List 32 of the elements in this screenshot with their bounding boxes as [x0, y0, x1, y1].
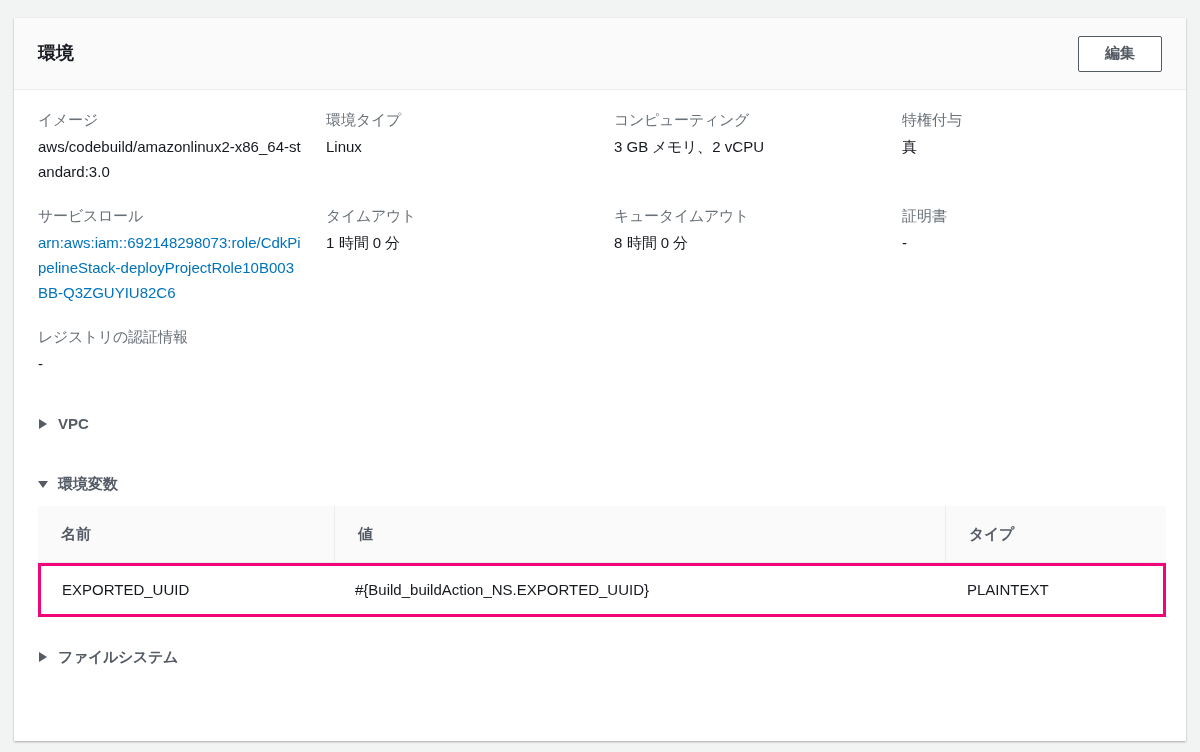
column-header: タイプ — [968, 523, 1016, 544]
caret-icon — [38, 652, 48, 662]
field-value: 1 時間 0 分 — [326, 233, 402, 253]
caret-icon — [38, 479, 48, 489]
table-cell: PLAINTEXT — [967, 581, 1049, 598]
field-value: Linux — [326, 137, 363, 157]
field-value: 3 GB メモリ、2 vCPU — [614, 137, 766, 157]
field-value: 8 時間 0 分 — [614, 233, 690, 253]
field-label: タイムアウト — [326, 206, 417, 226]
column-header: 値 — [356, 523, 374, 544]
field-value: aws/codebuild/amazonlinux2-x86_64-standard:3.0 — [38, 137, 302, 182]
section-toggle[interactable]: 環境変数 — [38, 464, 1162, 504]
panel-title: 環境 — [38, 42, 74, 65]
field-label: キュータイムアウト — [614, 206, 750, 226]
field-label: 証明書 — [902, 206, 948, 226]
edit-button[interactable]: 編集 — [1078, 35, 1162, 72]
field-label: コンピューティング — [614, 110, 750, 130]
field-value: 真 — [902, 137, 918, 157]
field-label: 環境タイプ — [326, 110, 403, 130]
caret-icon — [38, 419, 48, 429]
field-label: イメージ — [38, 110, 99, 130]
service-role-link[interactable]: arn:aws:iam::692148298073:role/CdkPipelineStack-deployProjectRole10B003BB-Q3ZGUYIU82C6 — [38, 230, 302, 305]
field-label: レジストリの認証情報 — [38, 327, 189, 347]
field-label: サービスロール — [38, 206, 144, 226]
field-value: - — [38, 354, 44, 374]
section-toggle[interactable]: ファイルシステム — [38, 637, 1162, 677]
field-value: - — [902, 233, 908, 253]
column-header: 名前 — [60, 523, 92, 544]
field-label: 特権付与 — [902, 110, 963, 130]
section-toggle[interactable]: VPC — [38, 404, 1162, 444]
table-cell: #{Build_buildAction_NS.EXPORTED_UUID} — [355, 581, 650, 598]
table-cell: EXPORTED_UUID — [62, 581, 190, 598]
